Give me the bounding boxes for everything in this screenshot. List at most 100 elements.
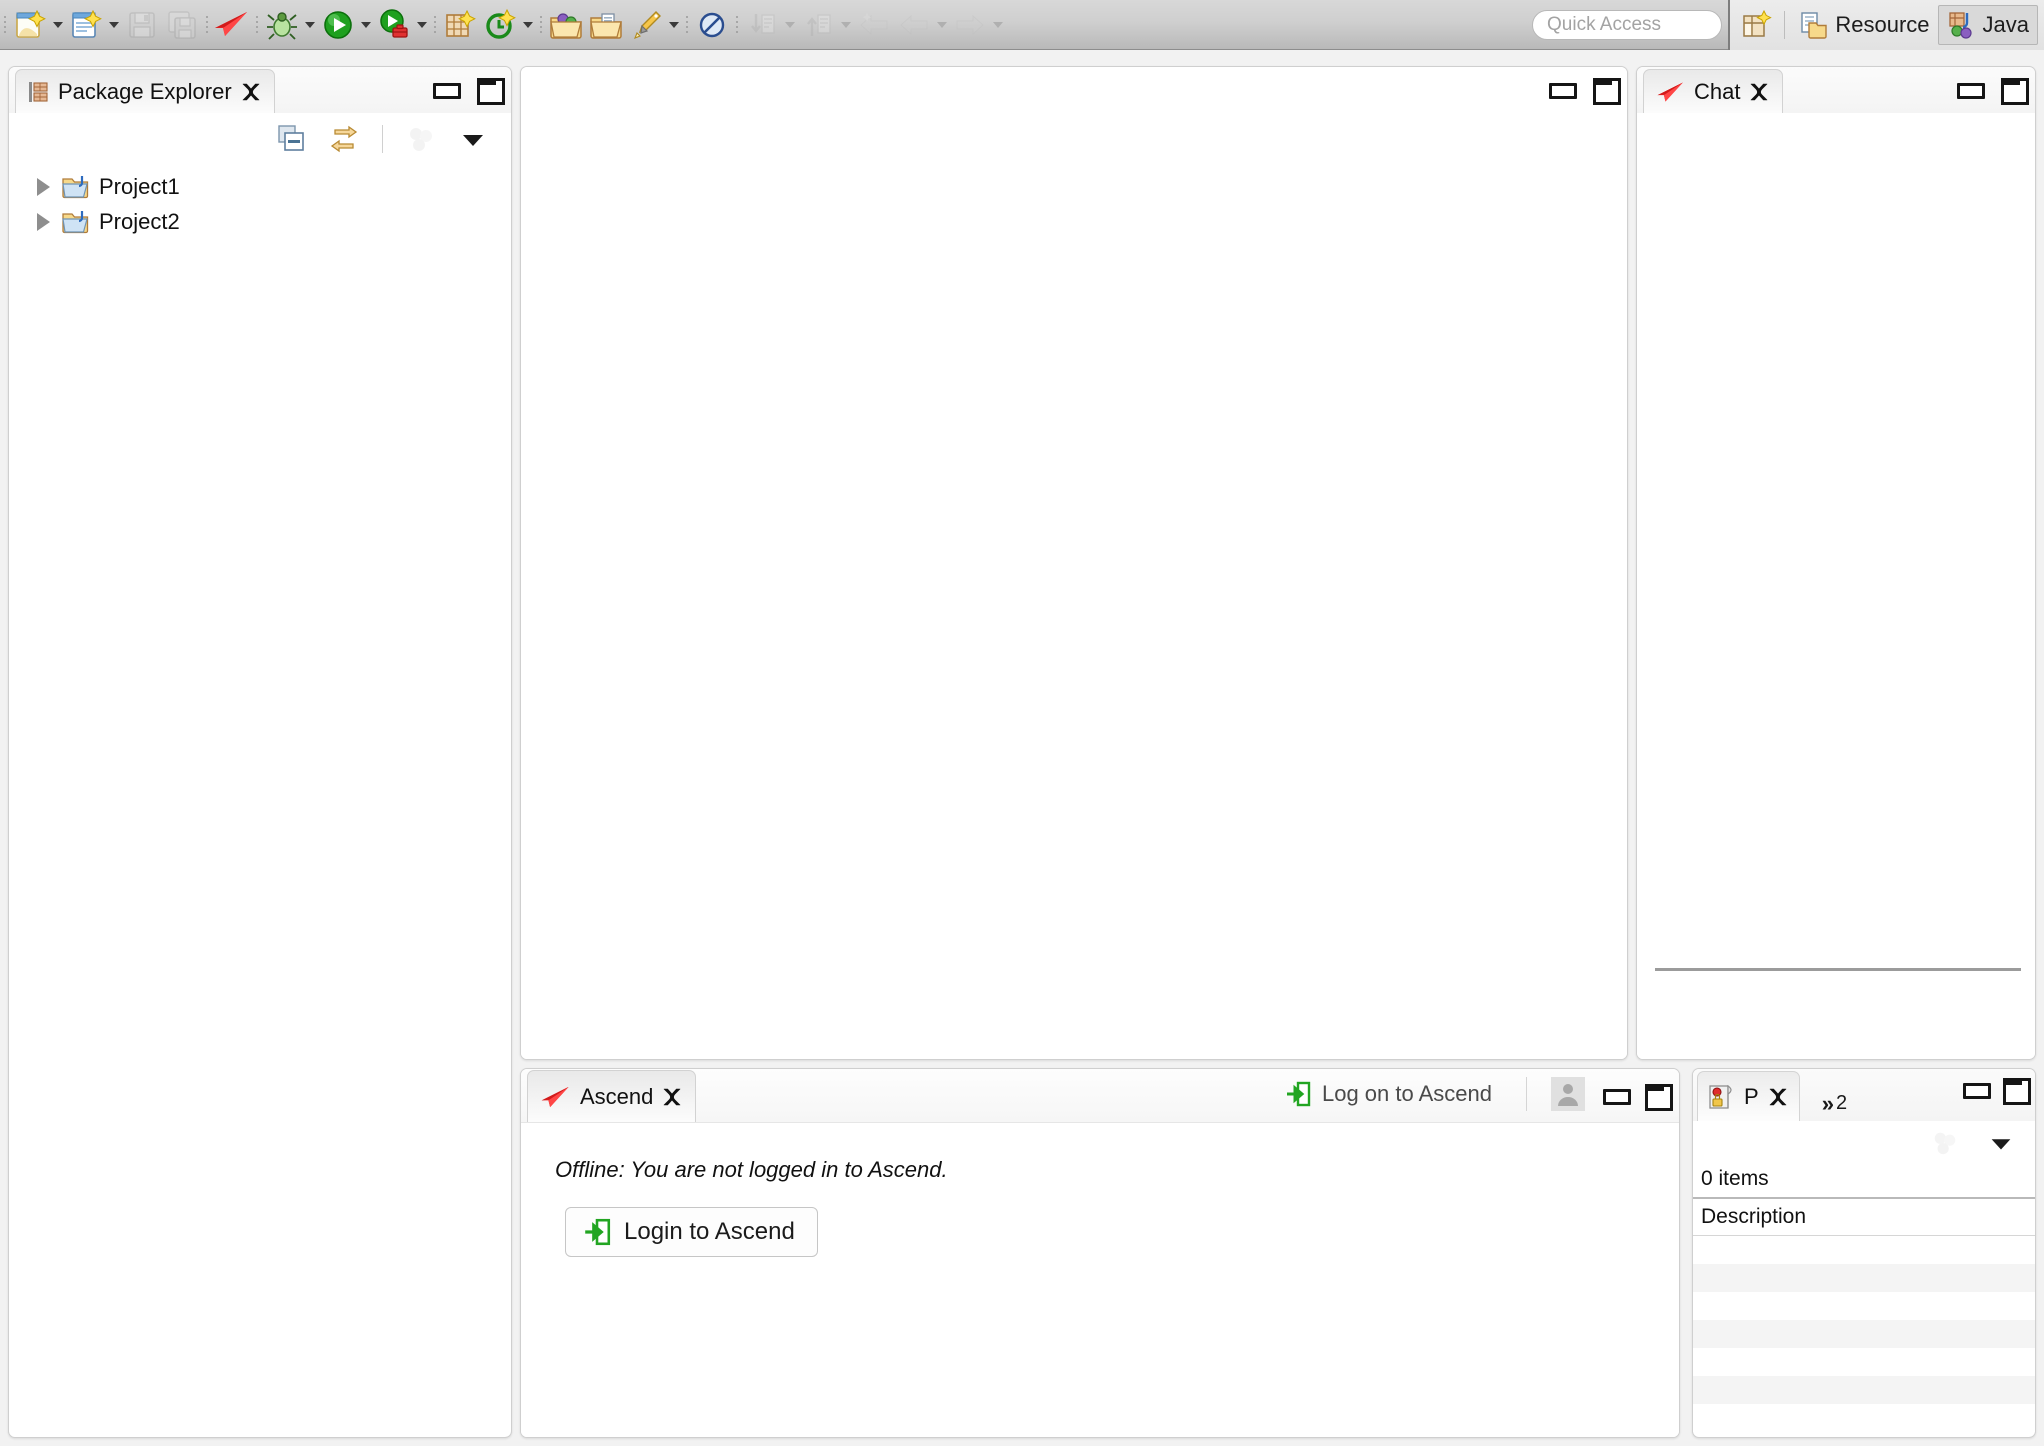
maximize-icon[interactable] [1643, 1081, 1673, 1111]
toolbar-grip-run[interactable] [252, 8, 262, 42]
problems-view-menu-button[interactable] [1981, 1123, 2021, 1163]
minimize-icon[interactable] [1547, 75, 1577, 101]
maximize-icon[interactable] [1999, 75, 2029, 105]
chat-controls [1955, 75, 2029, 105]
debug-dropdown-arrow[interactable] [302, 5, 318, 45]
ascend-toolbar: Log on to Ascend [1284, 1077, 1673, 1111]
eclipse-workbench-window: Quick Access Resource Java Package Explo… [0, 0, 2044, 1446]
tab-problems[interactable]: P [1697, 1071, 1800, 1121]
toolbar-grip-nav[interactable] [732, 8, 742, 42]
collapse-all-button[interactable] [272, 119, 312, 159]
search-dropdown-arrow[interactable] [666, 5, 682, 45]
chat-input[interactable] [1655, 975, 2021, 1055]
problems-column-description[interactable]: Description [1693, 1197, 2035, 1236]
run-external-tools-button[interactable] [374, 5, 414, 45]
open-task-button[interactable] [586, 5, 626, 45]
expand-arrow-icon[interactable] [33, 177, 53, 197]
close-icon[interactable] [1748, 81, 1770, 103]
close-icon[interactable] [240, 81, 262, 103]
new-annotation-button[interactable] [480, 5, 520, 45]
new-wizard-button[interactable] [10, 5, 50, 45]
toolbar-group-open [546, 0, 682, 50]
problems-tabrow: P » 2 [1693, 1069, 2035, 1121]
tree-item-label: Project1 [99, 173, 180, 199]
view-menu-button[interactable] [453, 119, 493, 159]
chat-message-list[interactable] [1637, 113, 2035, 968]
back-button [894, 5, 934, 45]
ascend-button[interactable] [212, 5, 252, 45]
chat-divider [1655, 968, 2021, 971]
toolbar-group-marker [692, 0, 732, 50]
skip-breakpoints-button[interactable] [692, 5, 732, 45]
perspective-resource[interactable]: Resource [1791, 5, 1937, 45]
tree-item-project2[interactable]: Project2 [9, 204, 511, 239]
previous-annotation-button [798, 5, 838, 45]
minimize-icon[interactable] [431, 75, 461, 101]
minimize-icon[interactable] [1961, 1075, 1991, 1101]
user-avatar-icon [1558, 1084, 1578, 1106]
offline-status-message: Offline: You are not logged in to Ascend… [555, 1157, 948, 1182]
tab-problems-label: P [1744, 1083, 1759, 1109]
run-button[interactable] [318, 5, 358, 45]
open-type-button[interactable] [546, 5, 586, 45]
perspective-resource-label: Resource [1835, 12, 1930, 37]
editor-canvas[interactable] [521, 113, 1627, 1059]
tab-overflow-count: 2 [1835, 1092, 1848, 1114]
new-annotation-dropdown-arrow[interactable] [520, 5, 536, 45]
new-java-class-dropdown-arrow[interactable] [106, 5, 122, 45]
toolbar-grip[interactable] [0, 8, 10, 42]
table-row [1693, 1348, 2035, 1376]
problems-filters-button [1925, 1123, 1965, 1163]
tab-ascend[interactable]: Ascend [527, 1070, 697, 1122]
open-perspective-button[interactable] [1736, 5, 1778, 45]
new-java-class-button[interactable] [66, 5, 106, 45]
minimize-icon[interactable] [1601, 1081, 1631, 1107]
close-icon[interactable] [661, 1086, 683, 1108]
toolbar-grip-ascend[interactable] [202, 8, 212, 42]
toolbar-grip-java[interactable] [430, 8, 440, 42]
new-wizard-dropdown-arrow[interactable] [50, 5, 66, 45]
quick-access-input[interactable]: Quick Access [1532, 10, 1722, 40]
forward-dropdown-arrow [990, 5, 1006, 45]
search-button[interactable] [626, 5, 666, 45]
tab-chat[interactable]: Chat [1643, 69, 1784, 113]
toolbar-group-java [440, 0, 536, 50]
run-external-tools-dropdown-arrow[interactable] [414, 5, 430, 45]
problems-icon [1709, 1084, 1732, 1109]
chat-body [1637, 113, 2035, 1059]
user-account-button[interactable] [1551, 1077, 1585, 1111]
tab-overflow-chip[interactable]: » 2 [1822, 1092, 1847, 1115]
perspective-java[interactable]: Java [1937, 5, 2038, 45]
java-project-icon [62, 175, 89, 198]
last-edit-location-button [854, 5, 894, 45]
table-row [1693, 1264, 2035, 1292]
package-explorer-view: Package Explorer Project1 Project2 [8, 66, 512, 1438]
link-with-editor-button[interactable] [324, 119, 364, 159]
problems-table-body[interactable] [1693, 1236, 2035, 1432]
view-menu-filters-button [401, 119, 441, 159]
run-dropdown-arrow[interactable] [358, 5, 374, 45]
table-row [1693, 1376, 2035, 1404]
package-explorer-toolbar [9, 113, 511, 165]
tree-item-project1[interactable]: Project1 [9, 169, 511, 204]
login-to-ascend-button[interactable]: Login to Ascend [565, 1207, 818, 1257]
close-icon[interactable] [1767, 1086, 1789, 1108]
ascend-paper-plane-icon [1657, 82, 1683, 101]
chat-view: Chat [1636, 66, 2036, 1060]
log-on-to-ascend-link[interactable]: Log on to Ascend [1284, 1080, 1492, 1108]
toolbar-grip-open[interactable] [536, 8, 546, 42]
minimize-icon[interactable] [1955, 75, 1985, 101]
editor-tabrow [521, 67, 1627, 113]
filters-icon [410, 128, 432, 151]
tab-package-explorer[interactable]: Package Explorer [15, 69, 275, 113]
maximize-icon[interactable] [2001, 1075, 2031, 1105]
maximize-icon[interactable] [1591, 75, 1621, 105]
toolbar-grip-marker[interactable] [682, 8, 692, 42]
perspective-java-label: Java [1982, 12, 2029, 37]
expand-arrow-icon[interactable] [33, 212, 53, 232]
main-toolbar: Quick Access Resource Java [0, 0, 2044, 50]
toolbar-group-navigate [742, 0, 1006, 50]
debug-button[interactable] [262, 5, 302, 45]
new-java-project-button[interactable] [440, 5, 480, 45]
maximize-icon[interactable] [475, 75, 505, 105]
